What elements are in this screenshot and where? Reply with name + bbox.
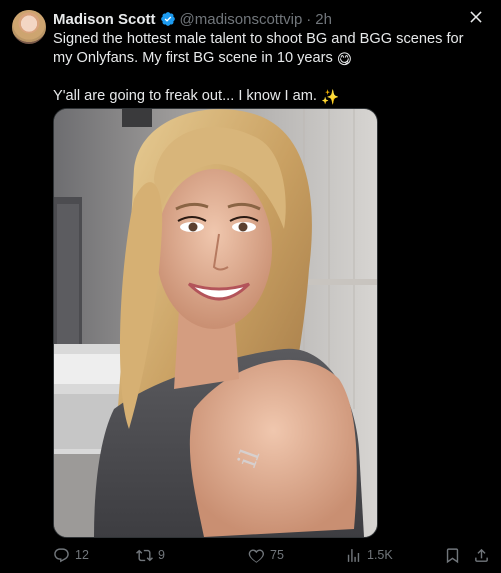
- timestamp[interactable]: 2h: [315, 11, 332, 28]
- author-name[interactable]: Madison Scott: [53, 11, 156, 28]
- repost-icon: [136, 549, 153, 561]
- verified-icon: [160, 11, 176, 27]
- tweet-line-2: Y'all are going to freak out... I know I…: [53, 88, 317, 104]
- reply-count: 12: [75, 548, 89, 562]
- share-button[interactable]: [473, 544, 495, 566]
- action-bar: 12 9 75 1.5K: [53, 544, 493, 566]
- reply-icon: [54, 547, 69, 562]
- more-icon[interactable]: [465, 6, 487, 28]
- like-button[interactable]: 75: [248, 544, 284, 566]
- bookmark-icon: [446, 547, 459, 563]
- reply-button[interactable]: 12: [53, 544, 89, 566]
- avatar[interactable]: [12, 10, 46, 44]
- like-icon: [248, 548, 265, 563]
- tweet-line-1: Signed the hottest male talent to shoot …: [53, 31, 464, 66]
- views-button[interactable]: 1.5K: [345, 544, 393, 566]
- bookmark-button[interactable]: [444, 544, 466, 566]
- views-icon: [347, 548, 360, 562]
- like-count: 75: [270, 548, 284, 562]
- tweet: Madison Scott @madisonscottvip · 2h Sign…: [0, 0, 501, 573]
- photo-image: il: [54, 109, 377, 537]
- repost-button[interactable]: 9: [136, 544, 165, 566]
- tweet-photo[interactable]: il: [53, 108, 378, 538]
- view-count: 1.5K: [367, 548, 393, 562]
- emoji-sparkles: ✨: [321, 90, 340, 106]
- separator-dot: ·: [306, 10, 312, 28]
- repost-count: 9: [158, 548, 165, 562]
- author-handle[interactable]: @madisonscottvip: [180, 11, 303, 28]
- emoji-yum: 😋: [336, 51, 353, 68]
- share-icon: [475, 548, 488, 562]
- tweet-header: Madison Scott @madisonscottvip · 2h: [53, 10, 332, 28]
- tweet-text: Signed the hottest male talent to shoot …: [53, 30, 485, 108]
